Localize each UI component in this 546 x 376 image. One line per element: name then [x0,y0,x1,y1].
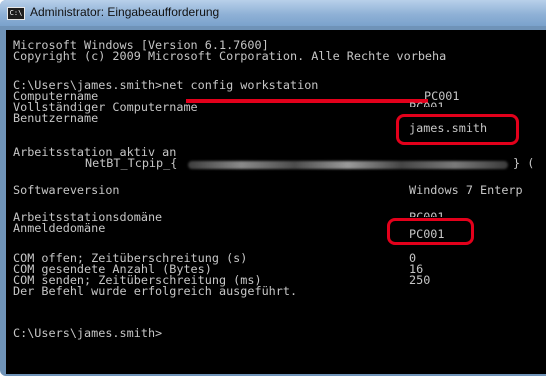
redacted-guid [188,161,508,169]
command-prompt-window: C:\ Administrator: Eingabeaufforderung M… [0,0,546,376]
window-title: Administrator: Eingabeaufforderung [30,5,220,19]
software-version-label: Softwareversion [13,183,120,197]
title-bar[interactable]: C:\ Administrator: Eingabeaufforderung [0,0,546,26]
com-send-timeout-value: 250 [409,273,431,287]
computername-value: PC001 [424,89,460,103]
software-version-value: Windows 7 Enterp [409,183,523,197]
success-message: Der Befehl wurde erfolgreich ausgeführt. [13,284,298,298]
cmd-icon: C:\ [7,7,25,20]
netbt-prefix: NetBT_Tcpip_{ [85,156,178,170]
username-highlight [396,114,519,145]
logon-domain-label: Anmeldedomäne [13,221,106,235]
redaction-strike [186,99,428,103]
console-output[interactable]: Microsoft Windows [Version 6.1.7600] Cop… [6,30,546,374]
logon-domain-highlight [387,218,474,245]
console-header-copyright: Copyright (c) 2009 Microsoft Corporation… [13,49,447,63]
full-computername-value: PC001 [409,100,445,114]
netbt-suffix: } ( [513,156,535,170]
username-label: Benutzername [13,111,99,125]
final-prompt: C:\Users\james.smith> [13,326,163,340]
